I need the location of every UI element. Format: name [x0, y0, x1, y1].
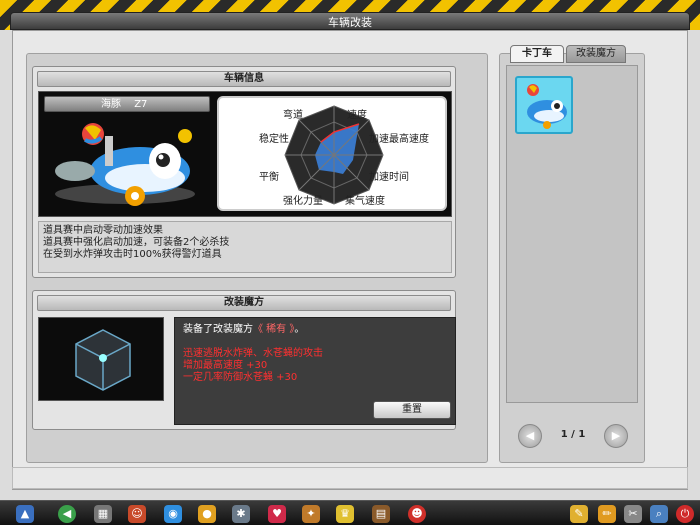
radar-label-stability: 稳定性	[259, 134, 289, 145]
title-plate: 车辆改装	[10, 12, 690, 30]
dolphin-kart-thumbnail	[527, 84, 567, 129]
description-line: 道具赛中强化启动加速，可装备2个必杀技	[43, 237, 230, 248]
tab-kart[interactable]: 卡丁车	[510, 45, 564, 63]
chevron-right-icon: ▶	[611, 429, 621, 442]
coin-icon[interactable]: ●	[198, 505, 216, 523]
vehicle-name: 海豚	[101, 99, 121, 110]
search-icon[interactable]: ⌕	[650, 505, 668, 523]
bottom-strip	[12, 467, 688, 489]
back-icon[interactable]: ◀	[58, 505, 76, 523]
item-icon[interactable]: ✦	[302, 505, 320, 523]
equipped-suffix: 。	[294, 324, 305, 335]
right-panel: 卡丁车 改装魔方 ◀ 1 / 1 ▶	[499, 45, 645, 463]
mod-cube-display	[38, 317, 164, 401]
page-current: 1	[560, 429, 568, 440]
vehicle-info-header: 车辆信息	[37, 71, 451, 87]
modification-box: 改装魔方 装备了改装魔方《 稀有 》。 迅速逃脱水炸弹、水苍蝇的攻击 增加最高速…	[32, 290, 456, 430]
mod-effect-line: 迅速逃脱水炸弹、水苍蝇的攻击	[183, 348, 323, 359]
stats-radar: 弯道 速度 稳定性 加速最高速度 平衡 加速时间 强化力量 集气速度	[217, 96, 447, 211]
radar-label-accel-time: 加速时间	[369, 172, 409, 183]
radar-label-gas-speed: 集气速度	[345, 196, 385, 207]
vehicle-mod-window: 车辆改装 车辆信息 海豚 Z7 弯道 速度 稳定性 加速最高速度 平衡 加速时间…	[0, 0, 700, 500]
radar-label-curve: 弯道	[283, 110, 303, 121]
gear-icon[interactable]: ✱	[232, 505, 250, 523]
edit-icon[interactable]: ✏	[598, 505, 616, 523]
tab-mod-cube[interactable]: 改装魔方	[566, 45, 626, 63]
radar-label-speed: 速度	[347, 110, 367, 121]
character-icon[interactable]: ☺	[128, 505, 146, 523]
chevron-left-icon: ◀	[525, 429, 535, 442]
window-title: 车辆改装	[328, 16, 372, 29]
mod-effect-line: 一定几率防御水苍蝇 +30	[183, 372, 298, 383]
cart-icon[interactable]: ▦	[94, 505, 112, 523]
kart-list	[506, 65, 638, 403]
vehicle-description: 道具赛中启动零动加速效果 道具赛中强化启动加速，可装备2个必杀技 在受到水炸弹攻…	[38, 221, 452, 273]
car-icon[interactable]: ◉	[164, 505, 182, 523]
tools-icon[interactable]: ✂	[624, 505, 642, 523]
notepad-icon[interactable]: ✎	[570, 505, 588, 523]
menu-icon[interactable]: ▲	[16, 505, 34, 523]
heart-icon[interactable]: ♥	[268, 505, 286, 523]
power-icon[interactable]: ⏻	[676, 505, 694, 523]
reset-button[interactable]: 重置	[373, 401, 451, 419]
cup-icon[interactable]: ♛	[336, 505, 354, 523]
mod-effect-line: 增加最高速度 +30	[183, 360, 268, 371]
book-icon[interactable]: ▤	[372, 505, 390, 523]
radar-label-accel-top-speed: 加速最高速度	[369, 134, 429, 145]
mod-effects-panel: 装备了改装魔方《 稀有 》。 迅速逃脱水炸弹、水苍蝇的攻击 增加最高速度 +30…	[174, 317, 456, 425]
vehicle-display: 海豚 Z7 弯道 速度 稳定性 加速最高速度 平衡 加速时间 强化力量 集气速度	[38, 91, 452, 217]
kart-slot[interactable]	[515, 76, 573, 134]
prev-page-button[interactable]: ◀	[518, 424, 542, 448]
page-indicator: 1 / 1	[548, 429, 598, 440]
equipped-prefix: 装备了改装魔方	[183, 324, 253, 335]
equipped-line: 装备了改装魔方《 稀有 》。	[183, 324, 447, 336]
next-page-button[interactable]: ▶	[604, 424, 628, 448]
vehicle-name-bar: 海豚 Z7	[44, 96, 210, 112]
face-icon[interactable]: ☻	[408, 505, 426, 523]
description-line: 道具赛中启动零动加速效果	[43, 225, 163, 236]
description-line: 在受到水炸弹攻击时100%获得警灯道具	[43, 249, 222, 260]
vehicle-info-box: 车辆信息 海豚 Z7 弯道 速度 稳定性 加速最高速度 平衡 加速时间 强化力量…	[32, 66, 456, 278]
dolphin-kart-image	[55, 123, 195, 206]
page-separator: /	[571, 429, 575, 440]
modification-header: 改装魔方	[37, 295, 451, 311]
radar-label-boost-power: 强化力量	[283, 196, 323, 207]
taskbar: ▲ ◀ ▦ ☺ ◉ ● ✱ ♥ ✦ ♛ ▤ ☻ ✎ ✏ ✂ ⌕ ⏻	[0, 500, 700, 525]
equipped-cube-name: 《 稀有 》	[253, 324, 295, 335]
radar-label-balance: 平衡	[259, 172, 279, 183]
page-total: 1	[578, 429, 586, 440]
vehicle-level: Z7	[134, 99, 148, 110]
mod-cube-icon	[75, 329, 131, 391]
left-panel: 车辆信息 海豚 Z7 弯道 速度 稳定性 加速最高速度 平衡 加速时间 强化力量…	[26, 53, 488, 463]
content-frame: 车辆信息 海豚 Z7 弯道 速度 稳定性 加速最高速度 平衡 加速时间 强化力量…	[12, 30, 688, 490]
